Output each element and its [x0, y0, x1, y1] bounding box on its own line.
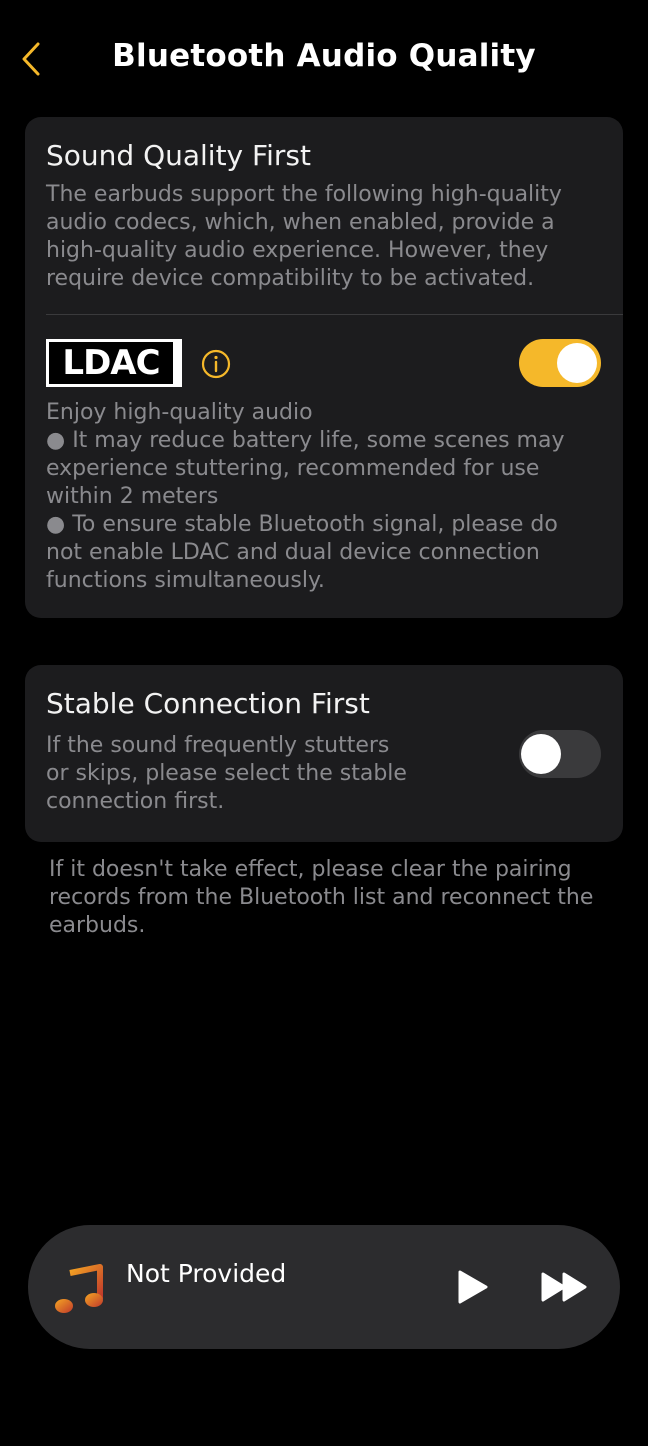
description-line: audio codecs, which, when enabled, provi… [46, 210, 555, 235]
stable-connection-card: Stable Connection First If the sound fre… [25, 665, 623, 842]
music-note-icon [54, 1263, 104, 1315]
next-button[interactable] [540, 1271, 590, 1303]
ldac-detail-line: within 2 meters [46, 484, 219, 509]
sound-quality-description: The earbuds support the following high-q… [46, 181, 562, 293]
ldac-detail-line: ● It may reduce battery life, some scene… [46, 428, 565, 453]
ldac-detail-line: Enjoy high-quality audio [46, 400, 313, 425]
ldac-toggle[interactable] [519, 339, 601, 387]
ldac-logo: LDAC [46, 339, 182, 387]
stable-connection-description: If the sound frequently stutters or skip… [46, 732, 407, 816]
mini-player[interactable]: Not Provided [28, 1225, 620, 1349]
pairing-note: If it doesn't take effect, please clear … [49, 856, 609, 940]
info-icon[interactable] [201, 349, 231, 379]
ldac-detail-line: not enable LDAC and dual device connecti… [46, 540, 540, 565]
description-line: connection first. [46, 789, 225, 814]
ldac-details: Enjoy high-quality audio ● It may reduce… [46, 399, 564, 595]
play-button[interactable] [454, 1269, 490, 1305]
note-line: If it doesn't take effect, please clear … [49, 857, 572, 882]
fast-forward-icon [541, 1272, 587, 1302]
stable-connection-toggle[interactable] [519, 730, 601, 778]
header: Bluetooth Audio Quality [0, 0, 648, 115]
play-icon [458, 1270, 488, 1304]
toggle-knob [521, 734, 561, 774]
description-line: high-quality audio experience. However, … [46, 238, 549, 263]
note-line: records from the Bluetooth list and reco… [49, 885, 594, 910]
page-title: Bluetooth Audio Quality [112, 38, 536, 74]
sound-quality-title: Sound Quality First [46, 139, 311, 172]
ldac-detail-line: experience stuttering, recommended for u… [46, 456, 540, 481]
note-line: earbuds. [49, 913, 146, 938]
stable-connection-title: Stable Connection First [46, 687, 370, 720]
description-line: The earbuds support the following high-q… [46, 182, 562, 207]
ldac-detail-line: ● To ensure stable Bluetooth signal, ple… [46, 512, 558, 537]
description-line: or skips, please select the stable [46, 761, 407, 786]
description-line: require device compatibility to be activ… [46, 266, 535, 291]
track-title: Not Provided [126, 1259, 287, 1288]
description-line: If the sound frequently stutters [46, 733, 390, 758]
divider [46, 314, 623, 315]
ldac-detail-line: functions simultaneously. [46, 568, 325, 593]
sound-quality-card: Sound Quality First The earbuds support … [25, 117, 623, 618]
toggle-knob [557, 343, 597, 383]
